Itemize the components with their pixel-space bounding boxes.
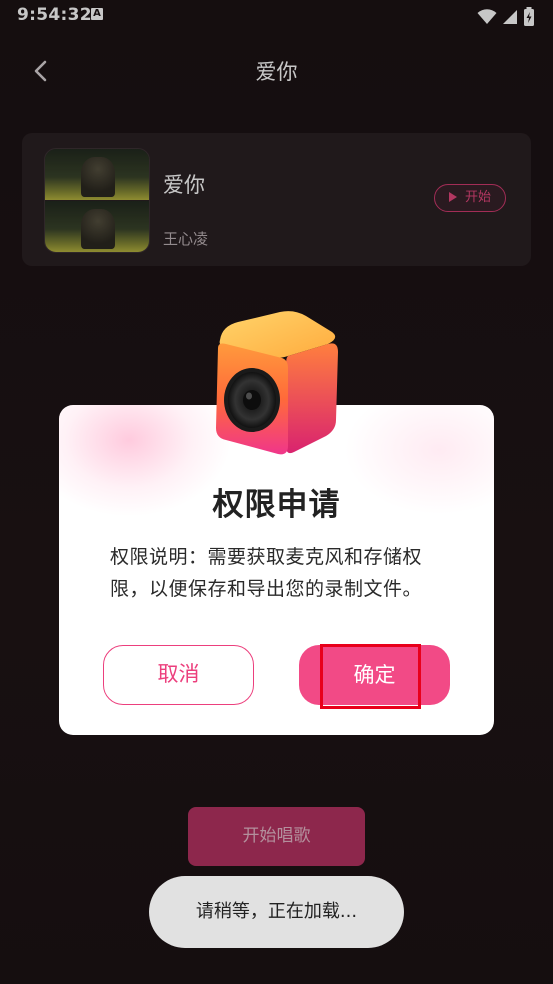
screen: 9:54:32 A 爱你 爱你 王心凌 开始 开始唱歌 权限申请 权限说明：需要… [0, 0, 553, 984]
dialog-message: 权限说明：需要获取麦克风和存储权限，以便保存和导出您的录制文件。 [110, 546, 423, 600]
dialog-title: 权限申请 [212, 487, 341, 523]
speaker-cube-icon [216, 311, 338, 455]
cancel-button[interactable]: 取消 [103, 645, 254, 705]
loading-toast: 请稍等，正在加载... [149, 876, 404, 948]
highlight-box [320, 644, 421, 709]
